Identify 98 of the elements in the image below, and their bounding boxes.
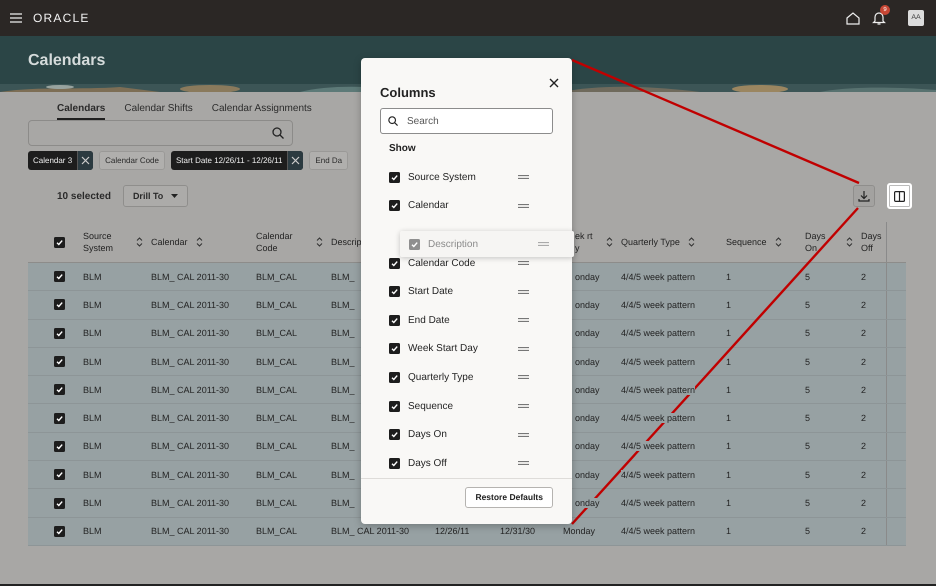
table-cell: BLM_CAL xyxy=(256,441,298,452)
table-cell: 4/4/5 week pattern xyxy=(621,413,696,424)
table-cell: 5 xyxy=(805,300,810,310)
table-cell: 5 xyxy=(805,470,810,480)
table-cell: 2 xyxy=(861,384,866,395)
selection-count: 10 selected xyxy=(57,190,111,202)
table-cell: BLM_ xyxy=(331,498,355,508)
page-title: Calendars xyxy=(28,52,106,70)
table-cell: onday xyxy=(575,498,600,508)
chip-label: Calendar 3 xyxy=(33,156,72,165)
table-cell: BLM_ xyxy=(331,384,355,395)
table-cell: BLM_ xyxy=(331,470,355,480)
table-cell: 5 xyxy=(805,498,810,508)
table-cell: 4/4/5 week pattern xyxy=(621,498,696,508)
table-cell: BLM_ xyxy=(331,272,355,282)
table-cell: BLM_CAL xyxy=(256,300,298,310)
table-cell: 2 xyxy=(861,356,866,367)
table-cell: BLM_ CAL 2011-30 xyxy=(151,272,230,282)
table-cell: onday xyxy=(575,413,600,424)
table-cell: 2 xyxy=(861,498,866,508)
table-cell: 2 xyxy=(861,328,866,338)
table-cell: BLM xyxy=(83,384,102,395)
table-cell: onday xyxy=(575,384,600,395)
table-cell: BLM_CAL xyxy=(256,272,298,282)
table-cell: BLM_ CAL 2011-30 xyxy=(151,384,230,395)
table-cell: BLM_ CAL 2011-30 xyxy=(151,356,230,367)
table-cell: 2 xyxy=(861,470,866,480)
table-cell: BLM_ CAL 2011-30 xyxy=(331,526,410,536)
table-cell: 5 xyxy=(805,356,810,367)
table-cell: 4/4/5 week pattern xyxy=(621,441,696,452)
table-cell: onday xyxy=(575,441,600,452)
table-cell: onday xyxy=(575,356,600,367)
table-cell: 5 xyxy=(805,328,810,338)
table-cell: BLM_ CAL 2011-30 xyxy=(151,441,230,452)
table-cell: BLM_ xyxy=(331,328,355,338)
table-cell: 2 xyxy=(861,441,866,452)
table-cell: 4/4/5 week pattern xyxy=(621,272,696,282)
table-cell: 2 xyxy=(861,272,866,282)
table-cell: BLM xyxy=(83,498,102,508)
table-cell: BLM xyxy=(83,272,102,282)
dialog-title: Columns xyxy=(380,85,436,101)
table-cell: 5 xyxy=(805,272,810,282)
table-cell: BLM_CAL xyxy=(256,470,298,480)
table-cell: 1 xyxy=(726,526,732,536)
table-cell: BLM_ CAL 2011-30 xyxy=(151,300,230,310)
table-cell: onday xyxy=(575,328,600,338)
table-cell: BLM xyxy=(83,470,102,480)
table-cell: onday xyxy=(575,272,600,282)
table-cell: 4/4/5 week pattern xyxy=(621,356,696,367)
table-cell: 4/4/5 week pattern xyxy=(621,384,696,395)
table-cell: BLM_CAL xyxy=(256,328,298,338)
table-cell: onday xyxy=(575,300,600,310)
table-cell: 4/4/5 week pattern xyxy=(621,300,696,310)
table-cell: BLM_ CAL 2011-30 xyxy=(151,498,230,508)
table-cell: BLM xyxy=(83,356,102,367)
table-cell: BLM_ xyxy=(331,356,355,367)
table-cell: BLM_ xyxy=(331,441,355,452)
table-cell: BLM xyxy=(83,328,102,338)
table-cell: 1 xyxy=(726,272,732,282)
table-cell: BLM xyxy=(83,300,102,310)
table-cell: 1 xyxy=(726,384,732,395)
table-cell: BLM_ xyxy=(331,413,355,424)
table-cell: 1 xyxy=(726,470,732,480)
table-cell: BLM xyxy=(83,526,102,536)
table-cell: BLM_CAL xyxy=(256,413,298,424)
table-cell: 1 xyxy=(726,441,732,452)
table-cell: 2 xyxy=(861,300,866,310)
table-cell: 1 xyxy=(726,356,732,367)
table-cell: BLM_ CAL 2011-30 xyxy=(151,470,230,480)
table-cell: 5 xyxy=(805,441,810,452)
table-cell: 4/4/5 week pattern xyxy=(621,470,696,480)
table-cell: 2 xyxy=(861,526,866,536)
table-cell: 5 xyxy=(805,526,810,536)
table-cell: BLM xyxy=(83,441,102,452)
table-cell: BLM_ CAL 2011-30 xyxy=(151,526,230,536)
section-label: Show xyxy=(389,143,417,155)
table-cell: BLM_CAL xyxy=(256,356,298,367)
table-cell: Monday xyxy=(563,526,596,536)
chip-label: Start Date 12/26/11 - 12/26/11 xyxy=(176,156,282,165)
table-cell: BLM_ CAL 2011-30 xyxy=(151,413,230,424)
table-cell: BLM_CAL xyxy=(256,526,298,536)
table-cell: 1 xyxy=(726,328,732,338)
table-cell: 1 xyxy=(726,300,732,310)
table-cell: 4/4/5 week pattern xyxy=(621,526,696,536)
table-cell: 2 xyxy=(861,413,866,424)
table-cell: onday xyxy=(575,470,600,480)
table-cell: 1 xyxy=(726,498,732,508)
table-cell: 12/26/11 xyxy=(435,526,470,536)
table-cell: BLM xyxy=(83,413,102,424)
table-cell: 5 xyxy=(805,384,810,395)
table-cell: 4/4/5 week pattern xyxy=(621,328,696,338)
table-cell: 1 xyxy=(726,413,732,424)
table-cell: BLM_ CAL 2011-30 xyxy=(151,328,230,338)
table-cell: 12/31/30 xyxy=(500,526,536,536)
table-cell: BLM_ xyxy=(331,300,355,310)
table-cell: 5 xyxy=(805,413,810,424)
table-cell: BLM_CAL xyxy=(256,498,298,508)
table-cell: BLM_CAL xyxy=(256,384,298,395)
